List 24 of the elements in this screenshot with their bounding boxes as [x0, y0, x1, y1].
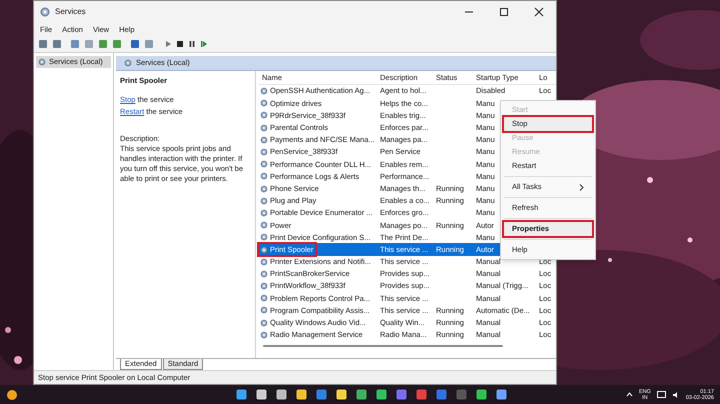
service-gear-icon [124, 59, 132, 67]
monitor-icon[interactable] [656, 390, 666, 398]
app-icon[interactable] [236, 389, 248, 400]
maximize-icon[interactable] [499, 7, 509, 17]
chevron-up-icon[interactable] [626, 392, 633, 397]
close-icon[interactable] [534, 7, 544, 17]
pause-icon[interactable] [188, 40, 196, 48]
speaker-icon[interactable] [672, 390, 680, 398]
restart-icon[interactable] [200, 40, 208, 48]
app-icon[interactable] [256, 389, 268, 400]
app-icon[interactable] [376, 389, 388, 400]
app-icon[interactable] [296, 389, 308, 400]
stop-icon[interactable] [176, 40, 184, 48]
app-icon[interactable] [496, 389, 508, 400]
app-icon[interactable] [476, 389, 488, 400]
service-gear-icon [38, 58, 46, 66]
services-gear-icon [40, 7, 50, 17]
horizontal-scrollbar[interactable] [263, 344, 503, 347]
app-icon[interactable] [356, 389, 368, 400]
app-icon[interactable] [336, 389, 348, 400]
app-icon[interactable] [276, 389, 288, 400]
weather-icon[interactable] [6, 388, 18, 400]
window-title: Services [55, 6, 86, 18]
play-icon[interactable] [164, 40, 172, 48]
